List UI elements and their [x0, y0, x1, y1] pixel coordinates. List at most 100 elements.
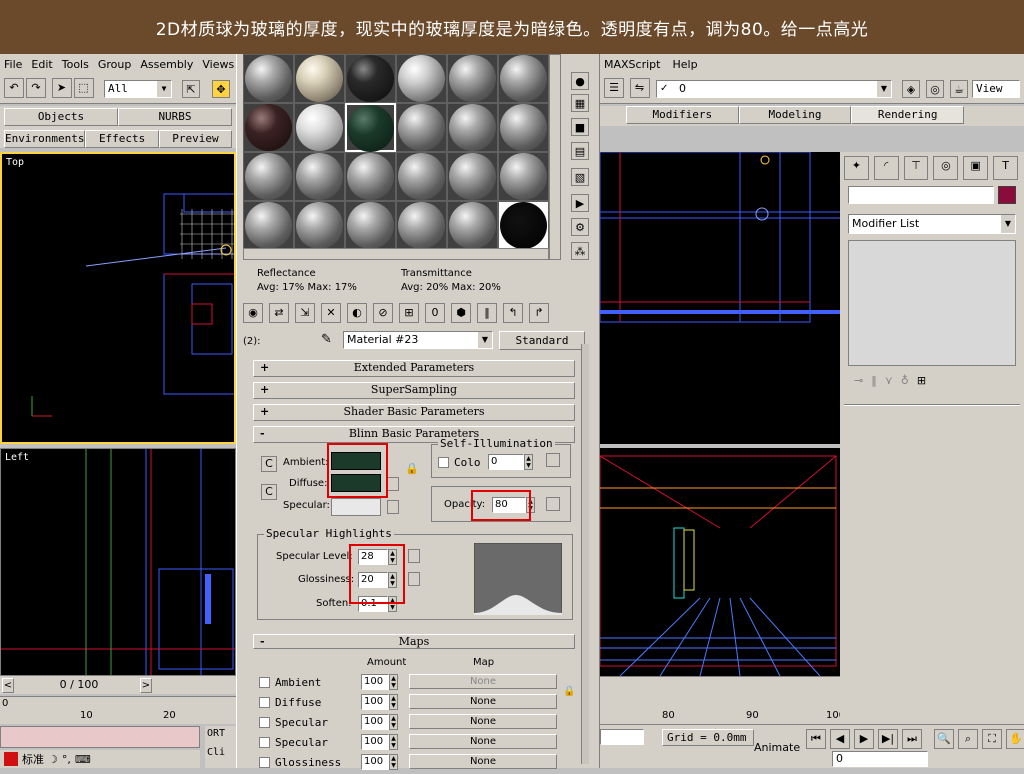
self-illum-value-field[interactable]: 0 — [488, 454, 524, 470]
prev-frame-arrow-icon[interactable]: < — [2, 678, 14, 693]
spinner-arrows-icon[interactable]: ▲ ▼ — [389, 674, 398, 690]
sample-slot[interactable] — [447, 152, 498, 201]
opacity-map-button[interactable] — [546, 497, 560, 511]
play-icon[interactable]: ▶ — [854, 729, 874, 749]
rollout-supersampling[interactable]: + SuperSampling — [253, 382, 575, 399]
show-map-in-viewport-icon[interactable]: ⬢ — [451, 303, 471, 323]
map-amount-field[interactable]: 100 — [361, 694, 389, 710]
show-end-result-stack-icon[interactable]: ‖ — [871, 374, 877, 394]
sample-slot[interactable] — [345, 54, 396, 103]
sample-slot[interactable] — [498, 201, 549, 250]
go-to-end-icon[interactable]: ⏭ — [902, 729, 922, 749]
menu-views[interactable]: Views — [202, 58, 234, 71]
glossiness-map-button[interactable] — [408, 572, 420, 586]
spinner-arrows-icon[interactable]: ▲ ▼ — [389, 694, 398, 710]
color-lock-icon[interactable]: C — [261, 456, 277, 472]
sample-slot[interactable] — [294, 152, 345, 201]
selection-filter-dropdown[interactable]: All ▼ — [104, 80, 172, 98]
backlight-icon[interactable]: ■ — [571, 118, 589, 136]
sample-slot[interactable] — [396, 152, 447, 201]
checker-bg-icon[interactable]: ▦ — [571, 94, 589, 112]
put-to-scene-icon[interactable]: ⇄ — [269, 303, 289, 323]
slots-v-scrollbar[interactable] — [549, 54, 561, 260]
map-slot-button[interactable]: None — [409, 694, 557, 709]
map-slot-button[interactable]: None — [409, 734, 557, 749]
sample-slot[interactable] — [396, 201, 447, 250]
sample-slot[interactable] — [498, 152, 549, 201]
reset-material-icon[interactable]: ✕ — [321, 303, 341, 323]
spec-level-map-button[interactable] — [408, 549, 420, 563]
material-name-dropdown[interactable]: Material #23 ▼ — [343, 331, 493, 349]
material-editor-icon[interactable]: ◈ — [902, 80, 920, 98]
tab-effects[interactable]: Effects — [85, 130, 159, 148]
select-region-icon[interactable]: ⬚ — [73, 78, 94, 98]
named-selection-icon[interactable]: ☰ — [604, 78, 624, 98]
assign-material-icon[interactable]: ⇲ — [295, 303, 315, 323]
self-illum-color-checkbox[interactable] — [438, 457, 449, 468]
self-illum-map-button[interactable] — [546, 453, 560, 467]
rollout-shader-basic-parameters[interactable]: + Shader Basic Parameters — [253, 404, 575, 421]
sample-slot[interactable] — [243, 152, 294, 201]
pin-stack-icon[interactable]: ⊸ — [854, 374, 863, 394]
specular-color-swatch[interactable] — [331, 498, 381, 516]
sample-slot[interactable] — [447, 201, 498, 250]
sample-slot[interactable] — [243, 103, 294, 152]
spinner-arrows-icon[interactable]: ▲ ▼ — [524, 454, 533, 470]
specular-map-button[interactable] — [387, 500, 399, 514]
sample-slot[interactable] — [294, 201, 345, 250]
sample-slot[interactable] — [294, 54, 345, 103]
hierarchy-tab-icon[interactable]: ⊤ — [903, 156, 929, 180]
sample-slot[interactable] — [498, 103, 549, 152]
make-unique-icon[interactable]: ⊘ — [373, 303, 393, 323]
spinner-arrows-icon[interactable]: ▲ ▼ — [389, 714, 398, 730]
object-name-field[interactable] — [848, 186, 994, 204]
select-by-material-icon[interactable]: ⁂ — [571, 242, 589, 260]
copy-material-icon[interactable]: ◐ — [347, 303, 367, 323]
keyboard-icon[interactable]: ⌨ — [75, 753, 91, 766]
ime-mode[interactable]: 标准 — [22, 751, 44, 767]
moon-icon[interactable]: ☽ — [48, 753, 58, 766]
sample-slot[interactable] — [498, 54, 549, 103]
map-enable-checkbox[interactable] — [259, 737, 270, 748]
quick-render-icon[interactable]: ☕ — [950, 80, 968, 98]
configure-modifier-sets-icon[interactable]: ⊞ — [917, 374, 926, 394]
menu-maxscript[interactable]: MAXScript — [604, 58, 660, 71]
viewport-left[interactable]: Left — [0, 448, 236, 676]
go-to-parent-icon[interactable]: ↰ — [503, 303, 523, 323]
zoom-all-icon[interactable]: ⌕ — [958, 729, 978, 749]
viewport-perspective[interactable] — [600, 448, 840, 676]
sample-slot-selected[interactable] — [345, 103, 396, 152]
map-slot-button[interactable]: None — [409, 754, 557, 769]
material-effects-channel-icon[interactable]: 0 — [425, 303, 445, 323]
select-by-name-icon[interactable]: ⇱ — [182, 80, 200, 98]
map-enable-checkbox[interactable] — [259, 717, 270, 728]
menu-assembly[interactable]: Assembly — [140, 58, 193, 71]
sample-slot[interactable] — [294, 103, 345, 152]
sample-slot[interactable] — [345, 152, 396, 201]
sample-type-sphere-icon[interactable]: ● — [571, 72, 589, 90]
material-type-button[interactable]: Standard — [499, 331, 585, 350]
diffuse-map-button[interactable] — [387, 477, 399, 491]
tab-preview[interactable]: Preview — [158, 130, 233, 148]
previous-frame-icon[interactable]: ◀ — [830, 729, 850, 749]
map-enable-checkbox[interactable] — [259, 757, 270, 768]
create-tab-icon[interactable]: ✦ — [844, 156, 869, 180]
motion-tab-icon[interactable]: ◎ — [933, 156, 959, 180]
material-editor-scrollbar[interactable] — [581, 344, 589, 764]
video-color-check-icon[interactable]: ▧ — [571, 168, 589, 186]
map-amount-field[interactable]: 100 — [361, 734, 389, 750]
zoom-icon[interactable]: 🔍 — [934, 729, 954, 749]
rollout-extended-parameters[interactable]: + Extended Parameters — [253, 360, 575, 377]
move-icon[interactable]: ✥ — [212, 80, 230, 98]
rollout-maps[interactable]: - Maps — [253, 634, 575, 649]
sample-slot[interactable] — [243, 201, 294, 250]
color-link-lock-icon[interactable]: 🔒 — [405, 462, 419, 475]
modifier-list-dropdown[interactable]: Modifier List ▼ — [848, 214, 1016, 234]
menu-group[interactable]: Group — [98, 58, 132, 71]
sample-slot[interactable] — [396, 54, 447, 103]
map-amount-field[interactable]: 100 — [361, 714, 389, 730]
slots-h-scrollbar[interactable] — [243, 248, 549, 260]
layer-dropdown[interactable]: ✓ 0 ▼ — [656, 80, 892, 98]
options-icon[interactable]: ⚙ — [571, 218, 589, 236]
sample-slot[interactable] — [243, 54, 294, 103]
